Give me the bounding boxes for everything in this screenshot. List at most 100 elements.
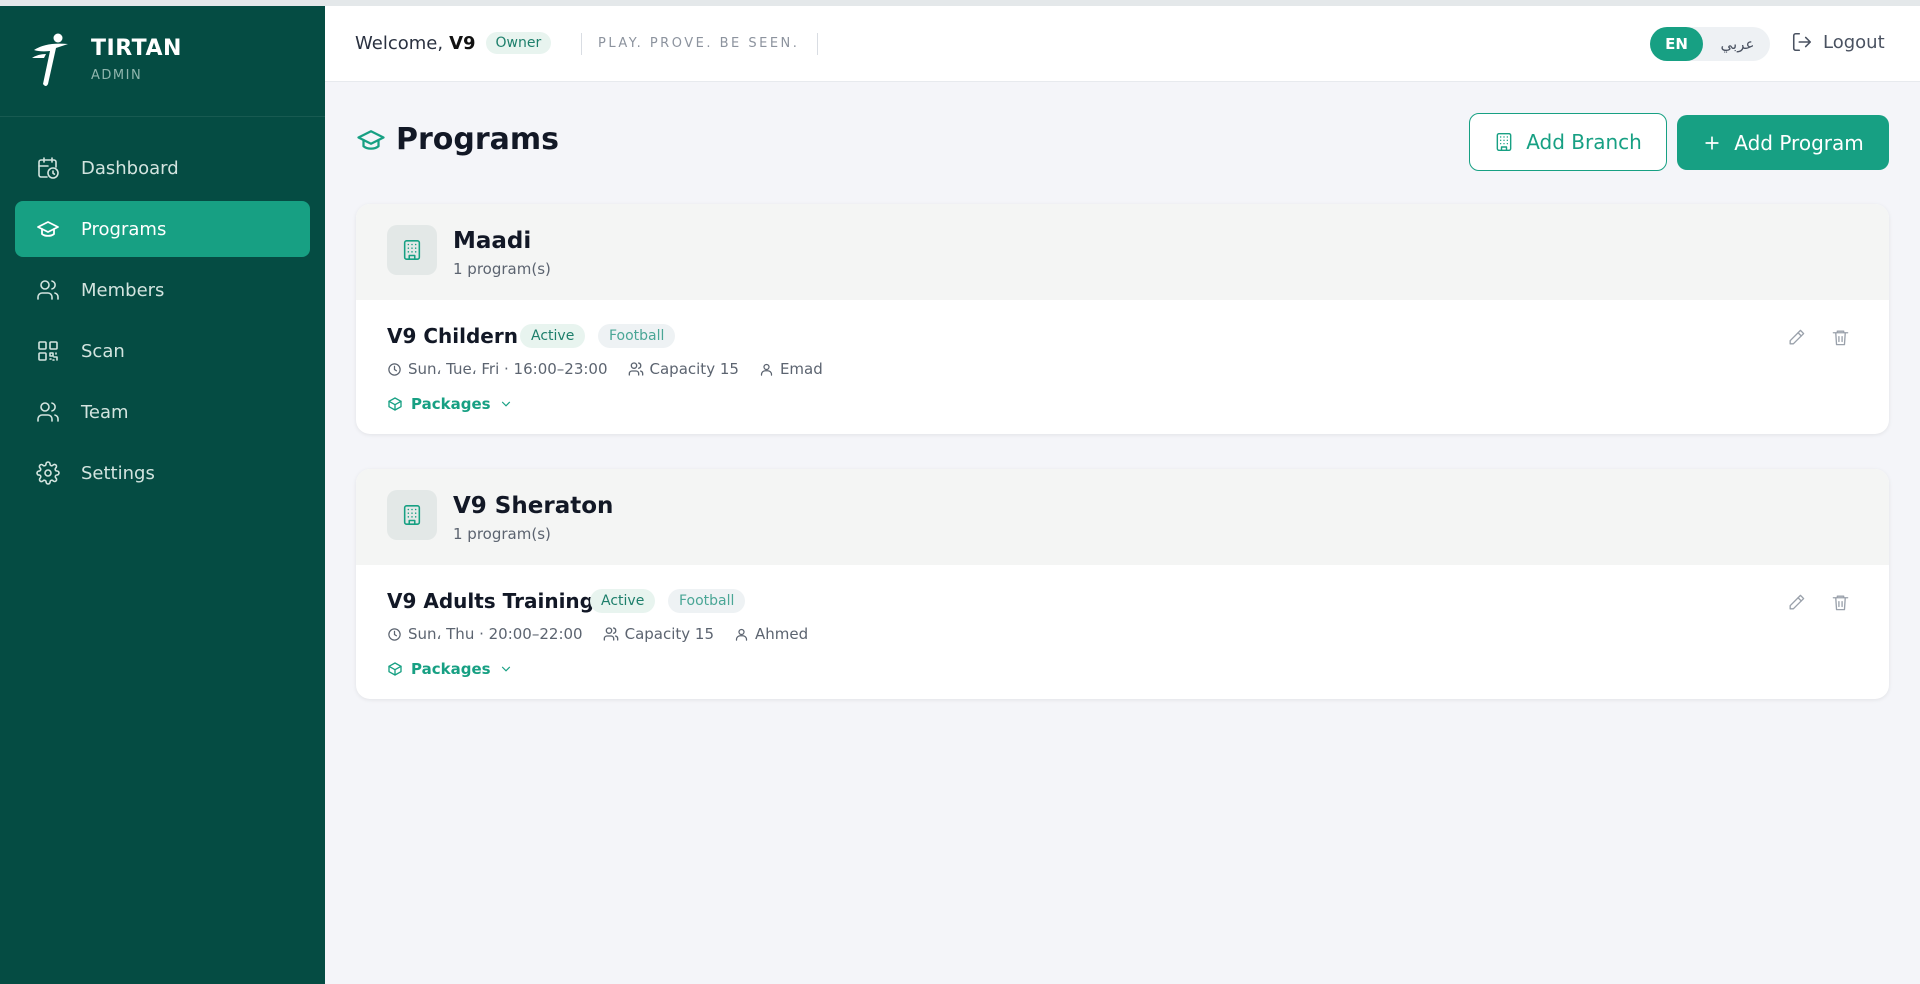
edit-icon[interactable] xyxy=(1785,591,1807,613)
row-actions xyxy=(1763,591,1851,613)
sidebar: TIRTAN ADMIN Dashboard Programs Members xyxy=(0,6,325,984)
top-progress-line xyxy=(0,0,1920,6)
building-icon xyxy=(387,490,437,540)
capacity-text: Capacity 15 xyxy=(649,360,739,378)
branch-program-count: 1 program(s) xyxy=(453,260,551,278)
branch-header: Maadi 1 program(s) xyxy=(356,204,1889,300)
chevron-down-icon xyxy=(499,662,513,676)
lang-ar-button[interactable]: عربي xyxy=(1710,27,1765,61)
add-branch-label: Add Branch xyxy=(1526,130,1642,154)
graduation-cap-icon xyxy=(356,125,386,155)
users-icon xyxy=(35,399,61,425)
package-icon xyxy=(387,661,403,677)
status-badge: Active xyxy=(590,589,656,613)
sidebar-item-team[interactable]: Team xyxy=(15,384,310,440)
graduation-cap-icon xyxy=(35,216,61,242)
app-subtitle: ADMIN xyxy=(91,68,143,83)
sidebar-item-programs[interactable]: Programs xyxy=(15,201,310,257)
sidebar-item-dashboard[interactable]: Dashboard xyxy=(15,140,310,196)
welcome-prefix: Welcome, xyxy=(355,32,444,54)
status-badge: Active xyxy=(520,324,586,348)
branch-card-v9-sheraton: V9 Sheraton 1 program(s) V9 Adults Train… xyxy=(356,469,1889,699)
logout-label: Logout xyxy=(1823,31,1885,53)
users-icon xyxy=(628,361,644,377)
schedule: Sun، Thu · 20:00–22:00 xyxy=(387,625,583,643)
header-divider xyxy=(581,33,582,55)
sidebar-item-label: Team xyxy=(81,401,129,423)
sidebar-item-label: Settings xyxy=(81,462,155,484)
row-actions xyxy=(1763,326,1851,348)
program-name: V9 Childern xyxy=(387,324,518,348)
sport-badge: Football xyxy=(598,324,676,348)
program-name: V9 Adults Training xyxy=(387,589,594,613)
logout-icon xyxy=(1791,31,1813,53)
coach: Emad xyxy=(759,360,823,378)
lang-en-button[interactable]: EN xyxy=(1650,27,1703,61)
capacity: Capacity 15 xyxy=(628,360,739,378)
sidebar-item-label: Members xyxy=(81,279,165,301)
page-title: Programs xyxy=(396,122,560,157)
schedule: Sun، Tue، Fri · 16:00–23:00 xyxy=(387,360,608,378)
capacity: Capacity 15 xyxy=(603,625,714,643)
header-divider xyxy=(817,33,818,55)
page-heading: Programs xyxy=(356,122,559,157)
gear-icon xyxy=(35,460,61,486)
brand: TIRTAN ADMIN xyxy=(0,6,325,117)
schedule-text: Sun، Thu · 20:00–22:00 xyxy=(408,625,583,643)
packages-toggle[interactable]: Packages xyxy=(387,395,513,413)
app-name: TIRTAN xyxy=(91,36,182,61)
sidebar-item-members[interactable]: Members xyxy=(15,262,310,318)
calendar-clock-icon xyxy=(35,155,61,181)
coach-text: Emad xyxy=(779,360,823,378)
role-badge: Owner xyxy=(485,32,552,54)
building-icon xyxy=(1494,131,1514,153)
user-name: V9 xyxy=(449,32,476,54)
branch-name: V9 Sheraton xyxy=(453,493,614,519)
branch-card-maadi: Maadi 1 program(s) V9 Childern Active Fo… xyxy=(356,204,1889,434)
users-icon xyxy=(35,277,61,303)
add-branch-button[interactable]: Add Branch xyxy=(1469,113,1667,171)
qr-code-icon xyxy=(35,338,61,364)
packages-toggle[interactable]: Packages xyxy=(387,660,513,678)
user-icon xyxy=(734,627,749,642)
sidebar-item-label: Programs xyxy=(81,218,167,240)
sidebar-item-settings[interactable]: Settings xyxy=(15,445,310,501)
package-icon xyxy=(387,396,403,412)
sidebar-nav: Dashboard Programs Members Scan Team Set… xyxy=(0,117,325,501)
program-meta: Sun، Thu · 20:00–22:00 Capacity 15 Ahmed xyxy=(387,625,828,643)
welcome-message: Welcome, V9 Owner xyxy=(355,32,552,54)
program-row: V9 Adults Training Active Football Sun، … xyxy=(356,565,1889,699)
branch-name: Maadi xyxy=(453,228,532,254)
building-icon xyxy=(387,225,437,275)
top-header: Welcome, V9 Owner PLAY. PROVE. BE SEEN. … xyxy=(325,6,1920,82)
program-row: V9 Childern Active Football Sun، Tue، Fr… xyxy=(356,300,1889,434)
plus-icon xyxy=(1702,133,1722,153)
packages-label: Packages xyxy=(411,395,491,413)
edit-icon[interactable] xyxy=(1785,326,1807,348)
chevron-down-icon xyxy=(499,397,513,411)
clock-icon xyxy=(387,362,402,377)
add-program-label: Add Program xyxy=(1734,130,1864,155)
logout-button[interactable]: Logout xyxy=(1791,31,1885,53)
sport-badge: Football xyxy=(668,589,746,613)
coach-text: Ahmed xyxy=(755,625,809,643)
capacity-text: Capacity 15 xyxy=(624,625,715,643)
trash-icon[interactable] xyxy=(1829,326,1851,348)
sidebar-item-label: Dashboard xyxy=(81,157,179,179)
program-meta: Sun، Tue، Fri · 16:00–23:00 Capacity 15 … xyxy=(387,360,843,378)
add-program-button[interactable]: Add Program xyxy=(1677,115,1889,170)
schedule-text: Sun، Tue، Fri · 16:00–23:00 xyxy=(408,360,608,378)
branch-program-count: 1 program(s) xyxy=(453,525,551,543)
branch-header: V9 Sheraton 1 program(s) xyxy=(356,469,1889,565)
trash-icon[interactable] xyxy=(1829,591,1851,613)
language-switcher: EN عربي xyxy=(1650,27,1770,61)
tirtan-logo-icon xyxy=(32,33,68,86)
sidebar-item-scan[interactable]: Scan xyxy=(15,323,310,379)
clock-icon xyxy=(387,627,402,642)
sidebar-item-label: Scan xyxy=(81,340,125,362)
coach: Ahmed xyxy=(734,625,808,643)
tagline: PLAY. PROVE. BE SEEN. xyxy=(598,36,800,51)
user-icon xyxy=(759,362,774,377)
packages-label: Packages xyxy=(411,660,491,678)
users-icon xyxy=(603,626,619,642)
